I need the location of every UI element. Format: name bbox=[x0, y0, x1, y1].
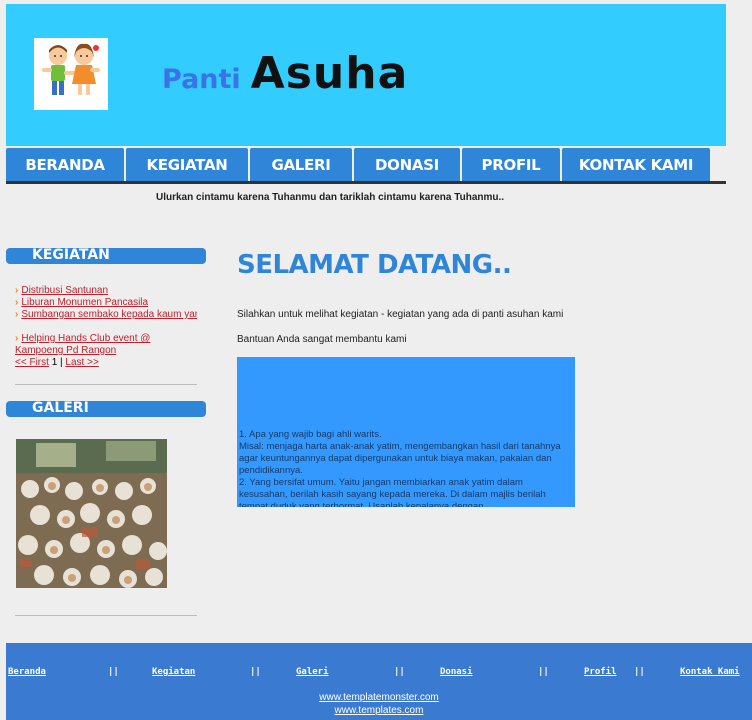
page-title: SELAMAT DATANG.. bbox=[237, 250, 512, 280]
nav-donasi-label: DONASI bbox=[375, 156, 439, 174]
nav-kegiatan[interactable]: KEGIATAN bbox=[126, 148, 248, 182]
list-item: › Distribusi Santunan bbox=[15, 285, 197, 297]
activity-link[interactable]: Distribusi Santunan bbox=[21, 285, 108, 296]
intro-text-2: Bantuan Anda sangat membantu kami bbox=[237, 334, 407, 345]
nav-beranda[interactable]: BERANDA bbox=[6, 148, 124, 182]
site-title-panti: Panti bbox=[162, 64, 241, 95]
logo[interactable] bbox=[34, 38, 108, 110]
scrolling-text-line: Misal: menjaga harta anak-anak yatim, me… bbox=[239, 441, 561, 476]
bullet-icon: › bbox=[15, 333, 19, 344]
scrolling-text-line: 2. Yang bersifat umum. Yaitu jangan memb… bbox=[239, 477, 546, 507]
pager-last-link[interactable]: Last >> bbox=[65, 357, 98, 368]
footer-separator: || bbox=[108, 667, 119, 677]
nav-donasi[interactable]: DONASI bbox=[354, 148, 460, 182]
list-item: › Liburan Monumen Pancasila bbox=[15, 297, 197, 309]
credit-link-templatemonster[interactable]: www.templatemonster.com bbox=[6, 692, 752, 703]
footer-separator: || bbox=[538, 667, 549, 677]
footer-nav: Beranda || Kegiatan || Galeri || Donasi … bbox=[8, 667, 748, 681]
footer-link-galeri[interactable]: Galeri bbox=[296, 667, 329, 677]
list-item: ›Sumbangan sembako kepada kaum yang memb… bbox=[15, 309, 197, 333]
intro-text-1: Silahkan untuk melihat kegiatan - kegiat… bbox=[237, 309, 564, 320]
pager-current: 1 bbox=[51, 357, 58, 368]
pager: << First 1 | Last >> bbox=[15, 357, 197, 369]
gallery-photo[interactable] bbox=[16, 439, 167, 588]
children-logo-icon bbox=[42, 43, 100, 95]
footer-separator: || bbox=[634, 667, 645, 677]
list-item: › Helping Hands Club event @ Kampoeng Pd … bbox=[15, 333, 197, 357]
footer-link-beranda[interactable]: Beranda bbox=[8, 667, 46, 677]
nav-galeri-label: GALERI bbox=[271, 156, 331, 174]
nav-kontak-kami-label: KONTAK KAMI bbox=[578, 156, 694, 174]
nav-kegiatan-label: KEGIATAN bbox=[146, 156, 228, 174]
site-title: Panti Asuha bbox=[162, 48, 408, 108]
activity-link[interactable]: Liburan Monumen Pancasila bbox=[21, 297, 148, 308]
sidebar-kegiatan-title: KEGIATAN bbox=[32, 247, 110, 263]
nav-galeri[interactable]: GALERI bbox=[250, 148, 352, 182]
page: Panti Asuha BERANDA KEGIATAN GALERI DONA… bbox=[0, 0, 752, 720]
sidebar-galeri-header: GALERI bbox=[6, 400, 206, 417]
scrolling-text-box: 1. Apa yang wajib bagi ahli warits. Misa… bbox=[237, 357, 575, 507]
bullet-icon: › bbox=[15, 285, 19, 296]
activity-link[interactable]: Helping Hands Club event @ Kampoeng Pd R… bbox=[15, 333, 150, 356]
footer-separator: || bbox=[250, 667, 261, 677]
credit-link-templates[interactable]: www.templates.com bbox=[6, 705, 752, 716]
sidebar-galeri-title: GALERI bbox=[32, 400, 89, 416]
divider bbox=[15, 384, 197, 385]
tagline: Ulurkan cintamu karena Tuhanmu dan tarik… bbox=[156, 192, 505, 203]
site-title-asuha: Asuha bbox=[250, 48, 409, 99]
site-footer: Beranda || Kegiatan || Galeri || Donasi … bbox=[6, 643, 752, 720]
nav-underline bbox=[6, 181, 726, 184]
nav-profil[interactable]: PROFIL bbox=[462, 148, 560, 182]
activity-link[interactable]: Sumbangan sembako kepada kaum yang membu… bbox=[21, 309, 197, 320]
footer-link-kontak-kami[interactable]: Kontak Kami bbox=[680, 667, 740, 677]
divider bbox=[15, 615, 197, 616]
nav-beranda-label: BERANDA bbox=[25, 156, 105, 174]
crowd-photo-image bbox=[16, 439, 167, 588]
main-nav: BERANDA KEGIATAN GALERI DONASI PROFIL KO… bbox=[6, 146, 726, 182]
nav-kontak-kami[interactable]: KONTAK KAMI bbox=[562, 148, 710, 182]
footer-link-profil[interactable]: Profil bbox=[584, 667, 617, 677]
nav-profil-label: PROFIL bbox=[481, 156, 541, 174]
pager-separator: | bbox=[60, 357, 63, 368]
scrolling-text: 1. Apa yang wajib bagi ahli warits. Misa… bbox=[239, 429, 573, 507]
pager-first-link[interactable]: << First bbox=[15, 357, 49, 368]
footer-link-donasi[interactable]: Donasi bbox=[440, 667, 473, 677]
bullet-icon: › bbox=[15, 309, 19, 320]
site-header: Panti Asuha bbox=[6, 4, 726, 146]
footer-separator: || bbox=[394, 667, 405, 677]
bullet-icon: › bbox=[15, 297, 19, 308]
activity-list: › Distribusi Santunan › Liburan Monumen Pa… bbox=[15, 285, 197, 369]
sidebar-kegiatan-header: KEGIATAN bbox=[6, 247, 206, 264]
scrolling-text-line: 1. Apa yang wajib bagi ahli warits. bbox=[239, 429, 382, 440]
footer-link-kegiatan[interactable]: Kegiatan bbox=[152, 667, 195, 677]
